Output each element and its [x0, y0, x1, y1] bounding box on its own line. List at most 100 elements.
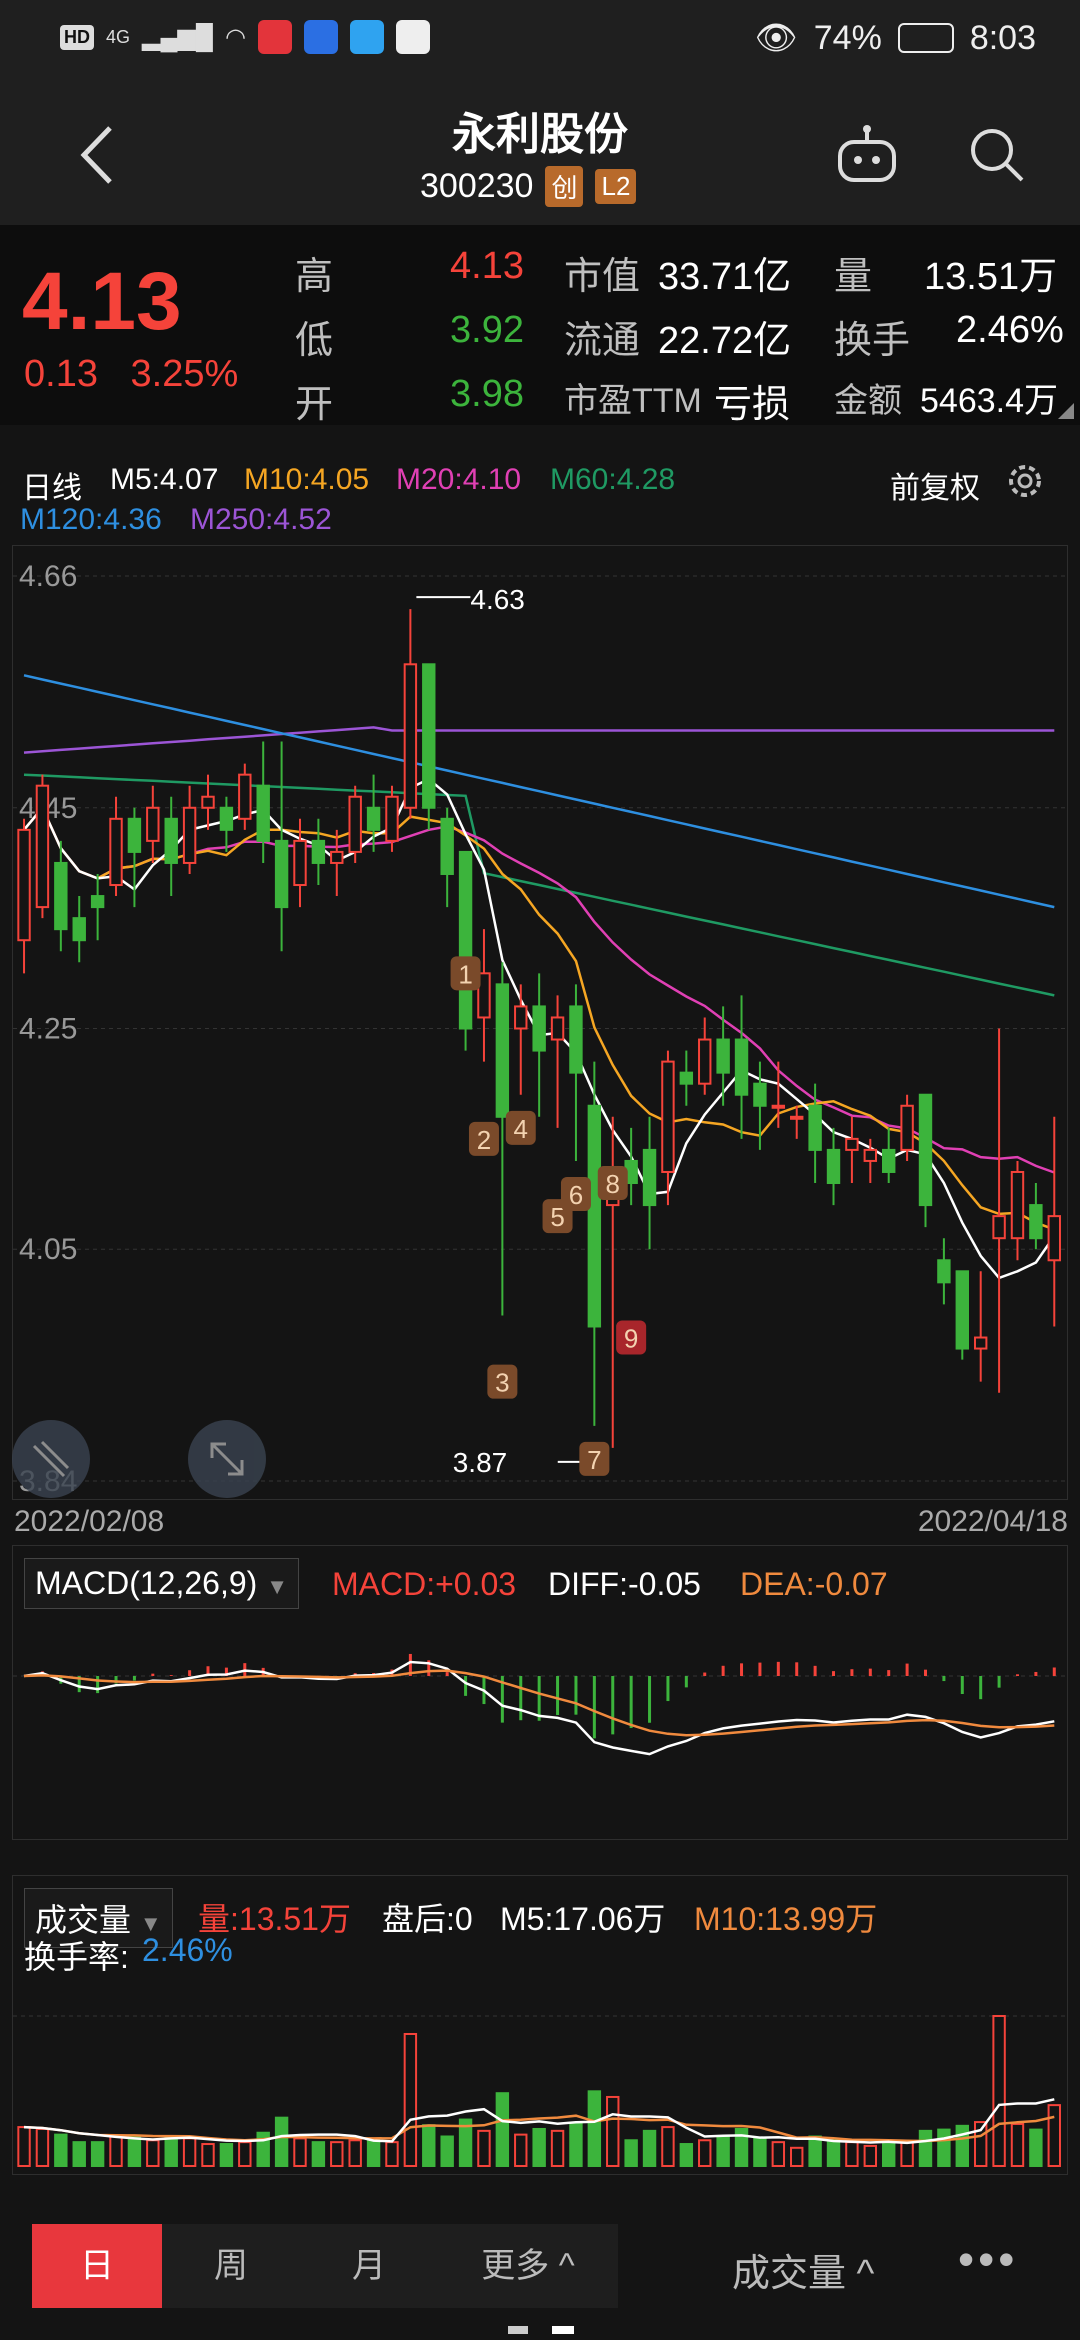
turnover-value: 2.46%: [956, 309, 1064, 351]
last-price: 4.13: [22, 256, 182, 347]
candle-up: [550, 1016, 565, 1041]
candle-up: [973, 1336, 988, 1350]
candle-up: [201, 795, 215, 809]
volume-bar: [1010, 2122, 1025, 2167]
clock: 8:03: [969, 18, 1036, 57]
candle-down: [440, 817, 454, 875]
volume-bar: [90, 2141, 105, 2168]
volume-value: 13.51万: [924, 256, 1058, 298]
candle-up: [293, 839, 307, 887]
adjust-selector[interactable]: 前复权: [890, 463, 980, 507]
amount-value: 5463.4万: [920, 382, 1058, 420]
volume-bar: [311, 2141, 326, 2168]
ma10-legend: M10:4.05: [244, 463, 370, 496]
robot-assistant-icon[interactable]: [834, 122, 900, 188]
indicator-selector[interactable]: 成交量 ^: [732, 2242, 874, 2297]
diff-value: DIFF:-0.05: [548, 1566, 701, 1602]
tab-day[interactable]: 日: [32, 2224, 162, 2308]
ma250-line: [23, 726, 1055, 754]
candle-down: [569, 1005, 583, 1074]
period-label: 日线: [22, 472, 82, 505]
volume-bar: [182, 2137, 197, 2168]
candle-down: [311, 839, 326, 864]
fullscreen-button[interactable]: [188, 1420, 266, 1498]
low-marker-label: 3.87: [453, 1447, 508, 1478]
volume-bar: [164, 2135, 178, 2168]
candle-down: [808, 1104, 822, 1151]
ma120-legend: M120:4.36: [20, 503, 162, 536]
candle-down: [127, 817, 142, 853]
compress-button[interactable]: [12, 1420, 90, 1498]
volume-bar: [219, 2143, 234, 2168]
tab-week[interactable]: 周: [162, 2224, 300, 2308]
candle-up: [403, 663, 418, 809]
pe-label: 市盈TTM: [564, 382, 702, 420]
dea-value: DEA:-0.07: [740, 1566, 888, 1602]
status-bar: HD 4G ▂▄▆█ ◠ 👁 74% 8:03: [0, 0, 1080, 80]
change-value: 0.13: [24, 353, 98, 395]
volume-bar: [698, 2139, 712, 2168]
y-tick-label: 4.66: [19, 560, 77, 593]
candle-down: [72, 917, 86, 942]
candle-up: [790, 1115, 804, 1120]
candle-up: [330, 850, 344, 864]
page-indicator-dot: [508, 2326, 528, 2334]
tab-more[interactable]: 更多 ^: [438, 2224, 618, 2308]
stock-code: 300230: [420, 167, 534, 205]
volume-bar: [753, 2137, 767, 2168]
expand-corner-icon[interactable]: [1058, 403, 1074, 419]
level2-tag: L2: [595, 169, 637, 204]
mcap-value: 33.71亿: [658, 256, 792, 298]
huawei-icon: [395, 20, 430, 54]
end-date: 2022/04/18: [917, 1505, 1068, 1538]
start-date: 2022/02/08: [14, 1505, 165, 1538]
more-menu-icon[interactable]: •••: [958, 2232, 1018, 2286]
period-tabs: 日 周 月 更多 ^: [32, 2224, 618, 2308]
candle-down: [734, 1038, 749, 1096]
volume-bar: [771, 2141, 786, 2168]
cloud-icon: [349, 20, 384, 54]
volume-bar: [716, 2135, 730, 2168]
ma250-legend: M250:4.52: [190, 503, 332, 536]
high-value: 4.13: [450, 245, 524, 287]
candle-down: [256, 784, 270, 842]
td-tag-label: 8: [606, 1169, 620, 1199]
volume-m10: M10:13.99万: [694, 1901, 878, 1937]
volume-bar: [1047, 2104, 1061, 2167]
page-indicator-active: [552, 2326, 574, 2334]
volume-bar: [422, 2124, 436, 2167]
volume-bar: [587, 2090, 602, 2168]
candle-up: [771, 1104, 786, 1109]
macd-selector[interactable]: MACD(12,26,9) ▼: [24, 1558, 299, 1609]
volume-bar: [882, 2143, 896, 2168]
app-header: 永利股份 300230 创 L2: [0, 80, 1080, 225]
candle-down: [219, 806, 234, 831]
td-tag-label: 9: [624, 1324, 638, 1354]
volume-bar: [440, 2135, 454, 2168]
candle-down: [937, 1259, 951, 1284]
gear-icon[interactable]: [1004, 460, 1046, 502]
candle-up: [238, 773, 252, 820]
after-hours-volume: 盘后:0: [382, 1901, 473, 1937]
candle-down: [366, 806, 381, 831]
search-icon[interactable]: [966, 124, 1026, 184]
volume-bar: [550, 2129, 565, 2168]
high-label: 高: [295, 256, 334, 298]
ma60-line: [23, 773, 1055, 997]
app-notification-icon: [257, 20, 292, 54]
board-tag: 创: [545, 166, 584, 207]
eye-icon: 👁: [754, 19, 798, 57]
volume-bar: [109, 2135, 123, 2168]
mcap-label: 市值: [564, 256, 641, 298]
expand-arrows-icon: [210, 1442, 244, 1476]
kline-chart[interactable]: 4.664.454.254.053.844.633.87123456789: [12, 545, 1069, 1500]
candle-up: [109, 817, 123, 887]
bottom-bar: 日 周 月 更多 ^ 成交量 ^ •••: [0, 2190, 1080, 2340]
volume-bar: [201, 2143, 215, 2168]
change-percent: 3.25%: [130, 353, 239, 395]
tab-month[interactable]: 月: [300, 2224, 438, 2308]
candle-up: [514, 1005, 528, 1030]
candle-down: [826, 1148, 841, 1185]
pe-value: 亏损: [714, 384, 791, 426]
volume-bar: [514, 2133, 528, 2167]
